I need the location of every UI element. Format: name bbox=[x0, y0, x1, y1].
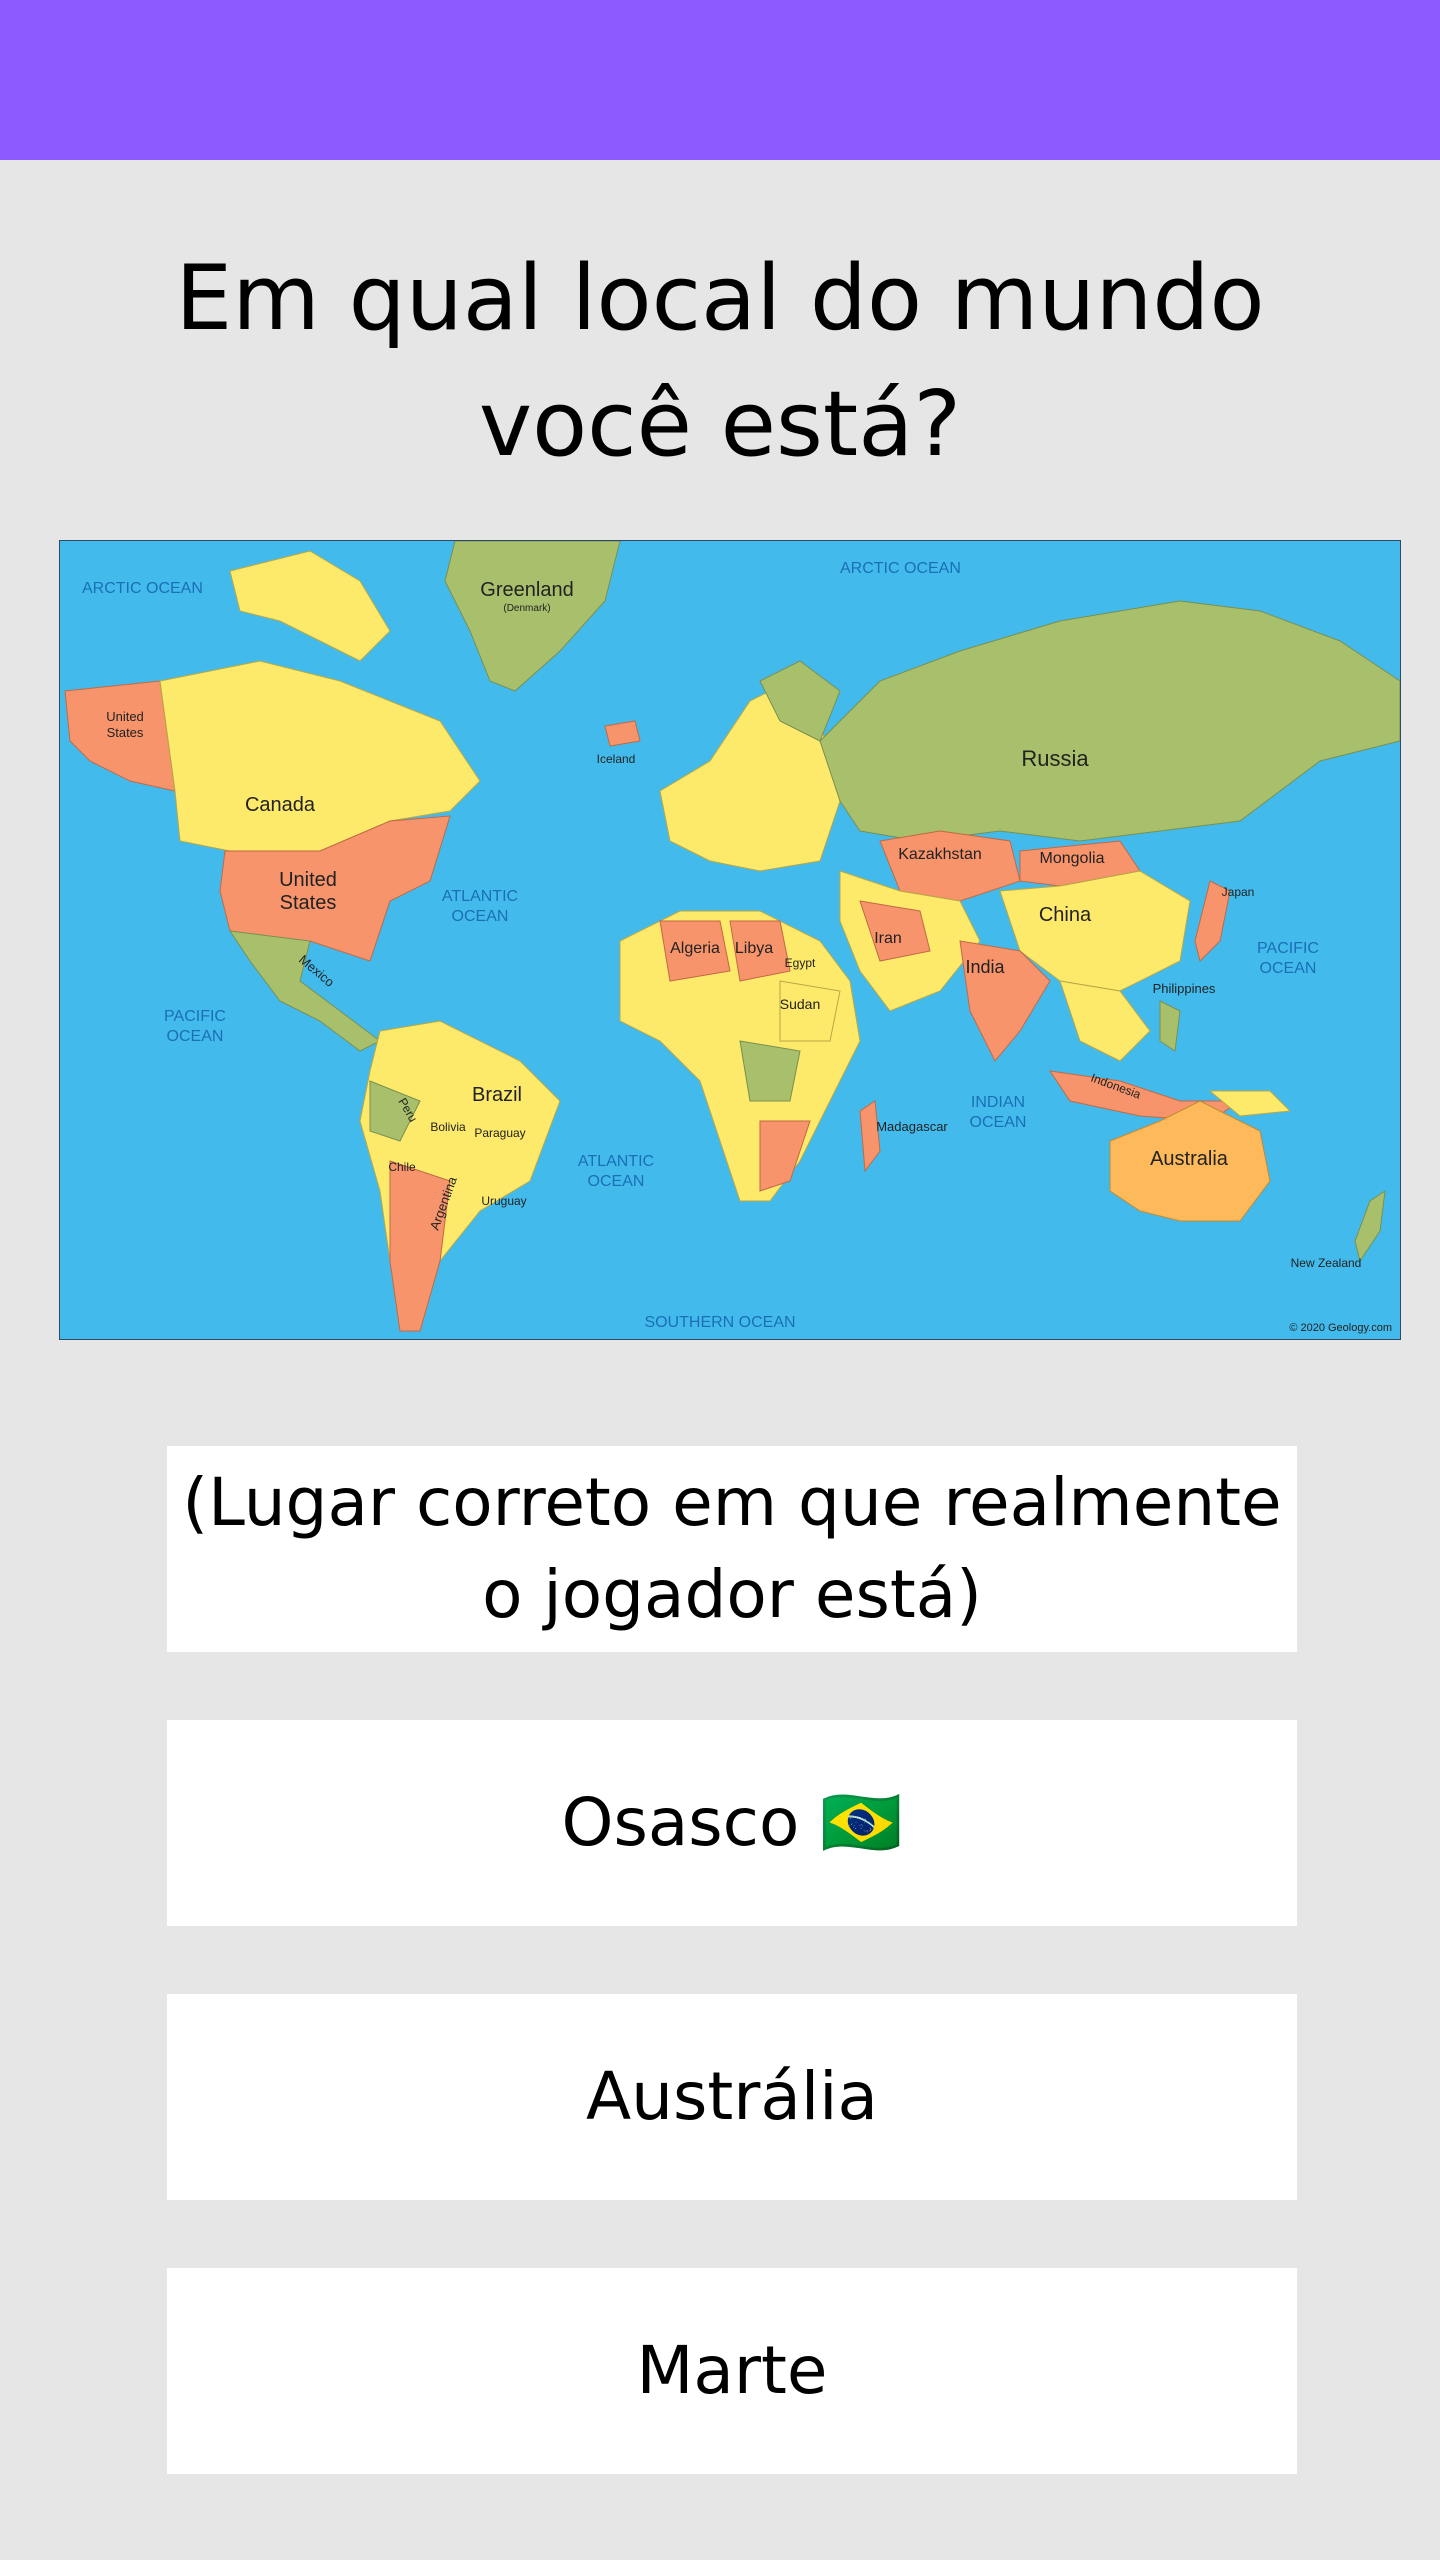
ocean-label: PACIFIC bbox=[1257, 940, 1319, 957]
country-label: Japan bbox=[1222, 885, 1255, 899]
country-label: Libya bbox=[735, 940, 773, 957]
ocean-label: OCEAN bbox=[588, 1173, 645, 1190]
country-label: Paraguay bbox=[474, 1126, 525, 1140]
country-label: India bbox=[965, 957, 1005, 977]
country-label: Algeria bbox=[670, 940, 720, 957]
ocean-label: OCEAN bbox=[452, 908, 509, 925]
answer-option-3[interactable]: Austrália bbox=[167, 1994, 1297, 2200]
answer-option-2[interactable]: Osasco 🇧🇷 bbox=[167, 1720, 1297, 1926]
country-label: Egypt bbox=[785, 956, 816, 970]
country-label: Canada bbox=[245, 794, 316, 816]
country-label: Bolivia bbox=[430, 1120, 466, 1134]
answer-option-1[interactable]: (Lugar correto em que realmente o jogado… bbox=[167, 1446, 1297, 1652]
country-label: Chile bbox=[388, 1160, 416, 1174]
top-bar bbox=[0, 0, 1440, 160]
country-label: Uruguay bbox=[481, 1194, 526, 1208]
ocean-label: SOUTHERN OCEAN bbox=[644, 1314, 795, 1331]
country-label: Iran bbox=[874, 930, 902, 947]
country-label: Kazakhstan bbox=[898, 846, 982, 863]
ocean-label: ARCTIC OCEAN bbox=[840, 560, 961, 577]
country-label: Brazil bbox=[472, 1084, 522, 1106]
ocean-label: OCEAN bbox=[167, 1028, 224, 1045]
country-label: Mongolia bbox=[1040, 850, 1105, 867]
country-label: China bbox=[1039, 904, 1092, 926]
ocean-label: PACIFIC bbox=[164, 1008, 226, 1025]
ocean-label: OCEAN bbox=[1260, 960, 1317, 977]
ocean-label: OCEAN bbox=[970, 1114, 1027, 1131]
world-map-image: ARCTIC OCEAN ARCTIC OCEAN ATLANTIC OCEAN… bbox=[60, 541, 1400, 1339]
country-label: Iceland bbox=[597, 752, 636, 766]
country-label: States bbox=[280, 892, 337, 914]
answer-option-4[interactable]: Marte bbox=[167, 2268, 1297, 2474]
country-label: Russia bbox=[1021, 746, 1089, 771]
country-label: Australia bbox=[1150, 1148, 1229, 1170]
country-label: United bbox=[279, 869, 337, 891]
ocean-label: ATLANTIC bbox=[578, 1153, 654, 1170]
country-label: Philippines bbox=[1153, 981, 1216, 996]
ocean-label: ARCTIC OCEAN bbox=[82, 580, 203, 597]
question-title: Em qual local do mundo você está? bbox=[175, 246, 1265, 477]
country-label: Madagascar bbox=[876, 1119, 948, 1134]
country-label: Greenland bbox=[480, 579, 573, 601]
world-map: ARCTIC OCEAN ARCTIC OCEAN ATLANTIC OCEAN… bbox=[59, 540, 1401, 1340]
country-label: United bbox=[106, 709, 144, 724]
map-credit: © 2020 Geology.com bbox=[1289, 1322, 1392, 1334]
country-label: States bbox=[107, 725, 144, 740]
country-label: (Denmark) bbox=[503, 603, 550, 614]
ocean-label: INDIAN bbox=[971, 1094, 1025, 1111]
country-label: Sudan bbox=[780, 996, 820, 1012]
ocean-label: ATLANTIC bbox=[442, 888, 518, 905]
country-label: New Zealand bbox=[1291, 1256, 1362, 1270]
